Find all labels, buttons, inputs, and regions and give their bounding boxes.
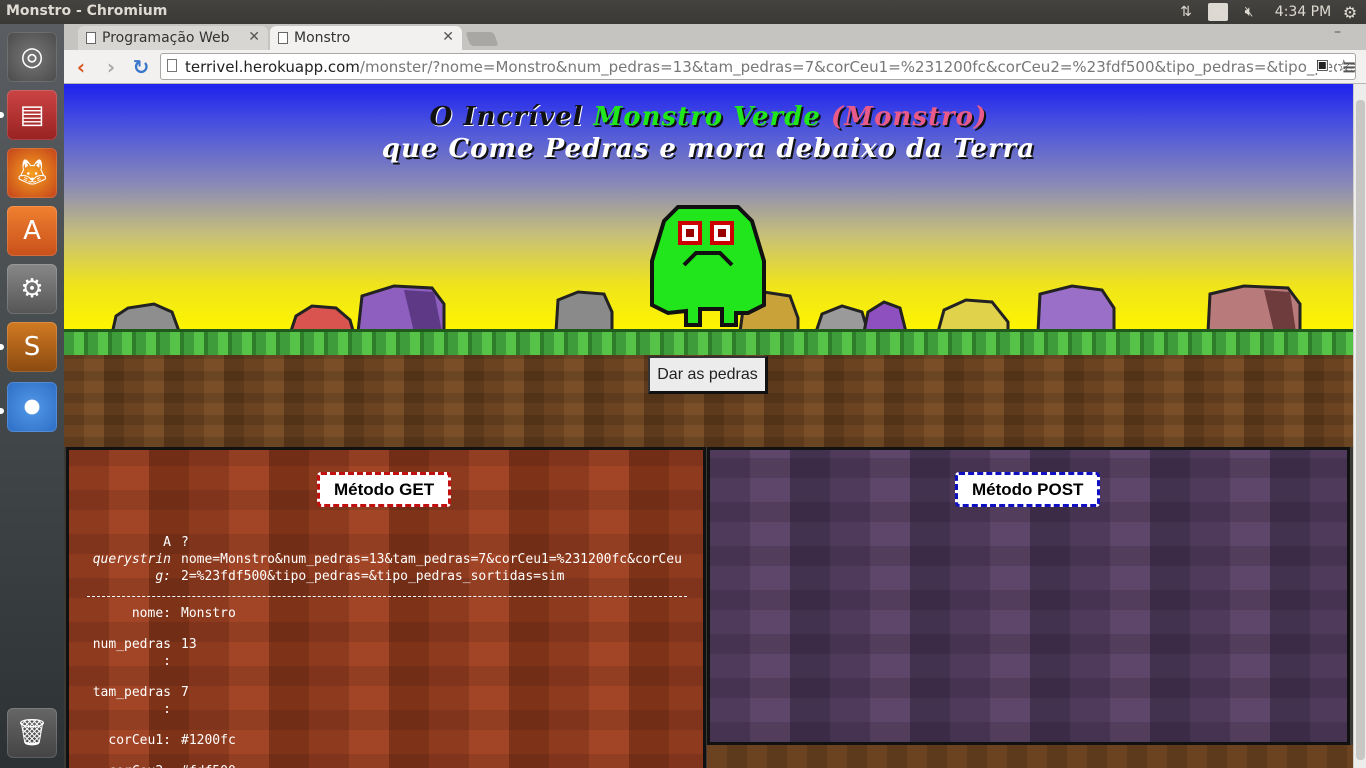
dirt (707, 745, 1353, 768)
param-key: num_pedras : (92, 637, 171, 669)
page-icon (167, 59, 177, 72)
param-row: num_pedras : 13 (87, 636, 687, 670)
rock-icon (1036, 284, 1116, 332)
ubuntu-dash-icon[interactable]: ◎ (7, 32, 57, 82)
web-page: O Incrível Monstro Verde (Monstro) que C… (64, 84, 1353, 768)
dar-as-pedras-button[interactable]: Dar as pedras (648, 356, 768, 394)
rock-icon (288, 304, 356, 334)
param-value: 7 (181, 685, 189, 700)
scrollbar-thumb[interactable] (1356, 100, 1365, 760)
trash-icon[interactable]: 🗑︎ (7, 708, 57, 758)
param-value: #1200fc (181, 733, 236, 748)
param-row: nome: Monstro (87, 605, 687, 622)
url-host: terrivel.herokuapp.com (185, 58, 360, 76)
page-headline: O Incrível Monstro Verde (Monstro) que C… (64, 102, 1353, 164)
querystring-label: A querystrin g: (87, 534, 181, 585)
post-method-title: Método POST (955, 472, 1101, 507)
forward-button[interactable]: › (98, 54, 124, 80)
param-row: corCeu1: #1200fc (87, 732, 687, 749)
unity-launcher: ◎ ▤ 🦊︎ A ⚙ S 🗑︎ (0, 24, 64, 768)
firefox-icon[interactable]: 🦊︎ (7, 148, 57, 198)
settings-gear-icon[interactable]: ⚙ (1340, 0, 1360, 24)
software-center-icon[interactable]: A (7, 206, 57, 256)
param-key: tam_pedras : (92, 685, 171, 717)
param-value: #fdf500 (181, 763, 687, 768)
param-row: tam_pedras : 7 (87, 684, 687, 718)
subtitle: que Come Pedras e mora debaixo da Terra (381, 134, 1036, 164)
sublime-text-icon[interactable]: S (7, 322, 57, 372)
tab-label: Programação Web (102, 30, 230, 46)
url-path: /monster/?nome=Monstro&num_pedras=13&tam… (359, 58, 1356, 76)
param-key: corCeu2: (87, 763, 181, 768)
title-part1: O Incrível (429, 102, 584, 132)
chromium-icon[interactable] (7, 382, 57, 432)
network-icon[interactable]: ⇅ (1176, 0, 1196, 24)
rock-icon (554, 290, 614, 332)
clock[interactable]: 4:34 PM (1274, 0, 1332, 24)
menu-icon[interactable]: ≡ (1336, 54, 1362, 80)
rock-icon (1206, 284, 1302, 332)
vertical-scrollbar[interactable] (1353, 84, 1366, 768)
querystring-value: ? nome=Monstro&num_pedras=13&tam_pedras=… (181, 535, 682, 584)
param-value: 13 (181, 637, 197, 652)
close-tab-icon[interactable]: ✕ (442, 29, 454, 45)
tab-monstro[interactable]: Monstro ✕ (270, 26, 462, 50)
system-settings-icon[interactable]: ⚙ (7, 264, 57, 314)
rock-icon (862, 300, 908, 332)
post-method-panel: Método POST (707, 447, 1350, 745)
get-method-panel: Método GET A querystrin g: ? nome=Monstr… (66, 447, 706, 768)
rock-icon (356, 284, 446, 332)
translate-icon[interactable]: ▣ (1313, 57, 1329, 73)
window-title: Monstro - Chromium (6, 3, 168, 19)
keyboard-layout-indicator[interactable]: Pt (1208, 3, 1228, 21)
divider (87, 596, 687, 597)
grass (64, 329, 1353, 355)
new-tab-button[interactable] (465, 32, 499, 46)
address-bar[interactable]: terrivel.herokuapp.com/monster/?nome=Mon… (160, 53, 1356, 80)
querystring-label-b: querystrin (92, 552, 171, 567)
tab-strip: Programação Web ✕ Monstro ✕ – (64, 24, 1366, 50)
querystring-label-a: A (163, 535, 171, 550)
title-part2: Monstro Verde (593, 102, 821, 132)
querystring-label-c: g: (155, 569, 171, 584)
param-value: Monstro (181, 606, 236, 621)
minimize-icon[interactable]: – (1334, 24, 1341, 40)
querystring-row: A querystrin g: ? nome=Monstro&num_pedra… (87, 534, 687, 585)
reload-button[interactable]: ↻ (128, 54, 154, 80)
page-icon (278, 32, 288, 44)
green-monster-icon (650, 205, 766, 327)
browser-toolbar: ‹ › ↻ terrivel.herokuapp.com/monster/?no… (64, 50, 1366, 84)
querystring-list: A querystrin g: ? nome=Monstro&num_pedra… (87, 534, 687, 768)
page-icon (86, 32, 96, 44)
back-button[interactable]: ‹ (68, 54, 94, 80)
monster-scene: O Incrível Monstro Verde (Monstro) que C… (64, 84, 1353, 447)
close-tab-icon[interactable]: ✕ (248, 29, 260, 45)
rock-icon (110, 302, 182, 334)
rock-icon (936, 298, 1010, 332)
param-key: corCeu1: (108, 733, 171, 748)
get-method-title: Método GET (317, 472, 452, 507)
param-key: nome: (131, 606, 171, 621)
files-icon[interactable]: ▤ (7, 90, 57, 140)
top-panel: Monstro - Chromium ⇅ Pt 🔇︎ 4:34 PM ⚙ (0, 0, 1366, 24)
tab-label: Monstro (294, 30, 351, 46)
tab-programacao-web[interactable]: Programação Web ✕ (78, 26, 268, 50)
title-part3: (Monstro) (831, 102, 988, 132)
volume-muted-icon[interactable]: 🔇︎ (1238, 0, 1260, 24)
param-row: corCeu2: #fdf500 (87, 763, 687, 768)
